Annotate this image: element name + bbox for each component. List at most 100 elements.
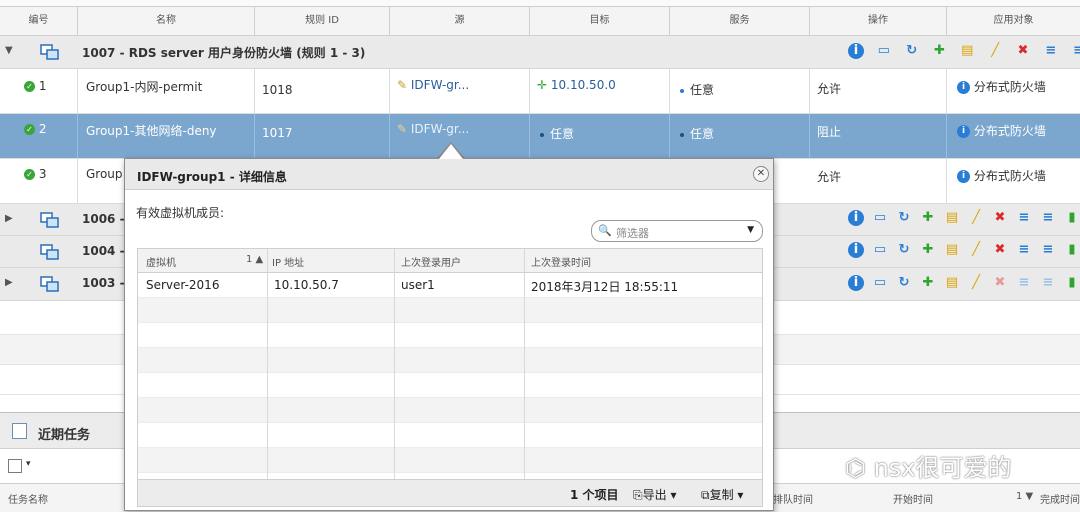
col-header-applied-to[interactable]: 应用对象	[947, 7, 1080, 37]
rule-action-cell: 阻止	[810, 114, 947, 158]
vm-name: Server-2016	[146, 278, 220, 292]
rule-name-cell: Group1-其他网络-deny	[78, 114, 255, 158]
col-last-user[interactable]: 上次登录用户	[401, 254, 461, 269]
add-section-icon[interactable]: ▤	[944, 210, 960, 226]
section-row-1007[interactable]: ▼ 1007 - RDS server 用户身份防火墙 (规则 1 - 3) i…	[0, 36, 1080, 69]
col-header-service[interactable]: 服务	[670, 7, 810, 37]
copy-menu-icon[interactable]	[8, 459, 22, 473]
add-section-icon[interactable]: ▤	[944, 275, 960, 291]
move-down-icon[interactable]: ≡	[1071, 43, 1080, 59]
col-header-action[interactable]: 操作	[810, 7, 947, 37]
close-icon[interactable]: ✕	[753, 166, 769, 182]
rule-action: 允许	[817, 170, 842, 184]
vm-empty-row	[138, 348, 762, 373]
vm-grid-footer: 1 个项目 ⎘导出 ▾ ⧉复制 ▾	[138, 479, 762, 506]
security-group-icon: ✎	[397, 78, 408, 92]
copy-icon: ⧉	[701, 488, 710, 502]
col-complete-time[interactable]: 完成时间	[1040, 491, 1080, 506]
chevron-down-icon[interactable]: ▼	[747, 225, 754, 235]
search-icon: 🔍	[598, 224, 612, 237]
export-button[interactable]: ⎘导出 ▾	[633, 486, 676, 503]
col-divider	[267, 249, 268, 479]
col-header-name[interactable]: 名称	[78, 7, 255, 37]
expand-triangle-icon[interactable]: ▶	[5, 213, 13, 224]
add-rule-icon[interactable]: ✚	[920, 275, 936, 291]
col-header-number[interactable]: 编号	[0, 7, 78, 37]
move-up-icon[interactable]: ≡	[1016, 275, 1032, 291]
rule-service-cell: 任意	[670, 114, 810, 158]
rule-source-link[interactable]: IDFW-gr...	[411, 122, 469, 136]
publish-icon[interactable]: ▮	[1064, 275, 1080, 291]
refresh-icon[interactable]: ↻	[896, 275, 912, 291]
refresh-icon[interactable]: ↻	[896, 210, 912, 226]
rule-target-link[interactable]: 10.10.50.0	[551, 78, 616, 92]
filter-input[interactable]: 🔍 筛选器 ▼	[591, 220, 763, 242]
add-section-icon[interactable]: ▤	[944, 242, 960, 258]
watermark-label: nsx很可爱的	[873, 454, 1012, 482]
info-icon[interactable]: i	[848, 210, 864, 226]
sort-indicator[interactable]: 1 ▲	[246, 254, 263, 265]
tasks-clipboard-icon	[12, 423, 27, 439]
add-section-icon[interactable]: ▤	[959, 43, 975, 59]
add-rule-icon[interactable]: ✚	[920, 242, 936, 258]
rule-id-cell: 1018	[255, 69, 390, 113]
vm-grid-header: 虚拟机 1 ▲ IP 地址 上次登录用户 上次登录时间	[138, 249, 762, 273]
rule-num-cell: ✓ 1	[0, 69, 78, 113]
edit-icon[interactable]: ╱	[987, 43, 1003, 59]
vm-row[interactable]: Server-2016 10.10.50.7 user1 2018年3月12日 …	[138, 273, 762, 298]
move-up-icon[interactable]: ≡	[1043, 43, 1059, 59]
add-rule-icon[interactable]: ✚	[931, 43, 947, 59]
col-vm[interactable]: 虚拟机	[146, 254, 176, 269]
sort-indicator[interactable]: 1 ▼	[1016, 491, 1033, 502]
dropdown-arrow-icon[interactable]: ▾	[26, 459, 31, 469]
rule-applied-cell: i 分布式防火墙	[947, 159, 1080, 203]
move-down-icon[interactable]: ≡	[1040, 210, 1056, 226]
edit-icon[interactable]: ╱	[968, 275, 984, 291]
col-start-time[interactable]: 开始时间	[893, 491, 933, 506]
copy-button[interactable]: ⧉复制 ▾	[701, 486, 743, 503]
publish-icon[interactable]: ▮	[1064, 210, 1080, 226]
rule-source-cell: ✎ IDFW-gr...	[390, 69, 530, 113]
vm-empty-row	[138, 298, 762, 323]
col-queued-time[interactable]: 排队时间	[773, 491, 813, 506]
col-header-source[interactable]: 源	[390, 7, 530, 37]
delete-icon[interactable]: ✖	[992, 242, 1008, 258]
edit-icon[interactable]: ╱	[968, 242, 984, 258]
rule-num-cell: ✓ 3	[0, 159, 78, 203]
delete-icon[interactable]: ✖	[1015, 43, 1031, 59]
col-header-target[interactable]: 目标	[530, 7, 670, 37]
move-down-icon[interactable]: ≡	[1040, 242, 1056, 258]
rule-row-2[interactable]: ✓ 2 Group1-其他网络-deny 1017 ✎ IDFW-gr... 任…	[0, 114, 1080, 159]
move-up-icon[interactable]: ≡	[1016, 210, 1032, 226]
add-rule-icon[interactable]: ✚	[920, 210, 936, 226]
collapse-triangle-icon[interactable]: ▼	[5, 45, 13, 56]
rule-num-cell: ✓ 2	[0, 114, 78, 158]
info-icon[interactable]: i	[848, 275, 864, 291]
vm-empty-row	[138, 448, 762, 473]
rule-row-1[interactable]: ✓ 1 Group1-内网-permit 1018 ✎ IDFW-gr... ✛…	[0, 69, 1080, 114]
save-icon[interactable]: ▭	[876, 43, 892, 59]
col-divider	[524, 249, 525, 479]
expand-triangle-icon[interactable]: ▶	[5, 277, 13, 288]
info-icon[interactable]: i	[848, 242, 864, 258]
section-title: 1007 - RDS server 用户身份防火墙 (规则 1 - 3)	[82, 46, 366, 60]
col-last-login-time[interactable]: 上次登录时间	[531, 254, 591, 269]
delete-icon[interactable]: ✖	[992, 275, 1008, 291]
col-ip[interactable]: IP 地址	[272, 254, 304, 269]
publish-icon[interactable]: ▮	[1064, 242, 1080, 258]
col-task-name[interactable]: 任务名称	[8, 491, 48, 506]
edit-icon[interactable]: ╱	[968, 210, 984, 226]
refresh-icon[interactable]: ↻	[904, 43, 920, 59]
refresh-icon[interactable]: ↻	[896, 242, 912, 258]
move-down-icon[interactable]: ≡	[1040, 275, 1056, 291]
save-icon[interactable]: ▭	[872, 275, 888, 291]
info-icon[interactable]: i	[848, 43, 864, 59]
move-up-icon[interactable]: ≡	[1016, 242, 1032, 258]
rule-source-link[interactable]: IDFW-gr...	[411, 78, 469, 92]
save-icon[interactable]: ▭	[872, 242, 888, 258]
rule-action-cell: 允许	[810, 159, 947, 203]
rule-number: 1	[38, 79, 47, 93]
col-header-rule-id[interactable]: 规则 ID	[255, 7, 390, 37]
save-icon[interactable]: ▭	[872, 210, 888, 226]
delete-icon[interactable]: ✖	[992, 210, 1008, 226]
